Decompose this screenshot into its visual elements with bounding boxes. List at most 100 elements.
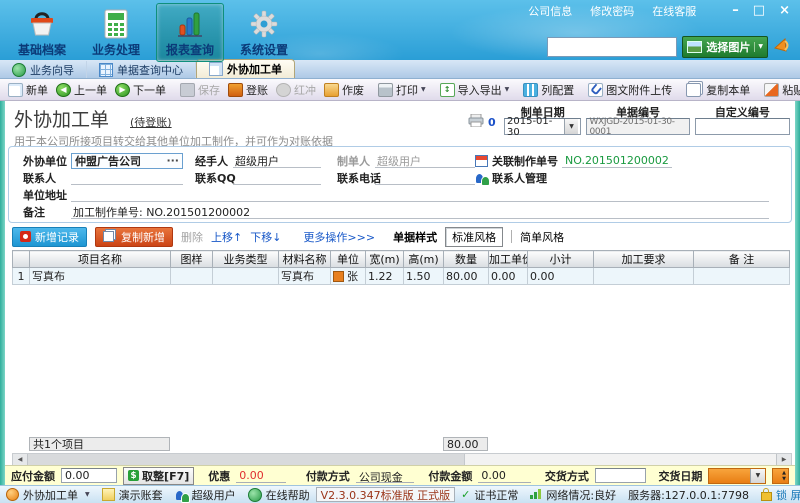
contacts-people-icon xyxy=(475,172,488,184)
col-project: 项目名称 xyxy=(30,251,171,268)
attachment-upload-button[interactable]: 图文附件上传 xyxy=(584,82,676,98)
items-table: 项目名称 图样 业务类型 材料名称 单位 宽(m) 高(m) 数量 加工单价 小… xyxy=(12,250,790,285)
lookup-ellipsis-button[interactable]: ··· xyxy=(166,154,179,167)
nav-item-reports[interactable]: 报表查询 xyxy=(156,3,224,62)
cell-width[interactable]: 1.22 xyxy=(366,268,404,285)
nav-item-base-files[interactable]: 基础档案 xyxy=(8,3,76,62)
next-order-button[interactable]: ▶下一单 xyxy=(111,82,170,98)
move-down-button[interactable]: 下移↓ xyxy=(250,229,281,245)
supplier-input[interactable]: 仲盟广告公司 ··· xyxy=(71,153,183,169)
statusbar-user: 超级用户 xyxy=(175,487,236,503)
spin-down-icon[interactable]: ▼ xyxy=(782,476,788,482)
scroll-left-button[interactable]: ◀ xyxy=(13,454,28,465)
move-up-button[interactable]: 上移↑ xyxy=(211,229,242,245)
delivery-method-input[interactable] xyxy=(595,468,647,483)
cell-unit[interactable]: 张 xyxy=(331,268,366,285)
chevron-down-icon[interactable]: ▼ xyxy=(564,119,579,134)
paste-pen-icon xyxy=(764,83,779,97)
chevron-down-icon[interactable]: ▼ xyxy=(750,469,765,483)
statusbar-online-help[interactable]: 在线帮助 xyxy=(248,487,310,503)
cell-material[interactable]: 写真布 xyxy=(279,268,331,285)
main-content: 外协加工单 (待登账) 用于本公司所接项目转交给其他单位加工制作，并可作为对账依… xyxy=(0,101,800,485)
lock-screen-button[interactable]: 锁 屏 xyxy=(761,487,800,503)
style-simple-button[interactable]: 简单风格 xyxy=(520,229,564,245)
cell-note[interactable] xyxy=(694,268,790,285)
prev-arrow-icon: ◀ xyxy=(56,83,71,97)
chevron-down-icon[interactable]: ▼ xyxy=(754,42,763,52)
scroll-right-button[interactable]: ▶ xyxy=(776,454,791,465)
image-path-input[interactable] xyxy=(547,37,677,57)
add-record-button[interactable]: 新增记录 xyxy=(12,227,87,247)
discount-input[interactable]: 0.00 xyxy=(236,469,286,483)
dollar-icon: $ xyxy=(128,470,139,481)
linked-order-value[interactable]: NO.201501200002 xyxy=(562,154,672,168)
remark-input[interactable]: 加工制作单号: NO.201501200002 xyxy=(71,204,769,219)
paste-screenshot-button[interactable]: 粘贴截图 xyxy=(760,82,800,98)
address-input[interactable] xyxy=(71,187,769,202)
printer-icon xyxy=(378,83,393,97)
maximize-button[interactable]: □ xyxy=(753,4,765,18)
close-button[interactable]: × xyxy=(779,4,790,18)
column-config-button[interactable]: 列配置 xyxy=(519,82,578,98)
cell-rownum: 1 xyxy=(13,268,30,285)
cell-requirements[interactable] xyxy=(594,268,694,285)
new-order-button[interactable]: 新单 xyxy=(4,82,52,98)
post-account-button[interactable]: 登账 xyxy=(224,82,272,98)
copy-add-button[interactable]: 复制新增 xyxy=(95,227,173,247)
phone-label: 联系电话 xyxy=(337,170,375,186)
col-requirements: 加工要求 xyxy=(594,251,694,268)
handler-input[interactable]: 超级用户 xyxy=(233,153,321,168)
change-password-link[interactable]: 修改密码 xyxy=(590,3,634,19)
phone-input[interactable] xyxy=(375,170,475,185)
choose-image-button[interactable]: 选择图片 ▼ xyxy=(682,36,768,58)
more-operations-button[interactable]: 更多操作>>> xyxy=(303,229,375,245)
style-standard-button[interactable]: 标准风格 xyxy=(445,227,503,247)
globe-icon xyxy=(248,488,262,502)
round-button[interactable]: $ 取整[F7] xyxy=(123,467,194,485)
qq-input[interactable] xyxy=(233,170,321,185)
delete-row-button: 删除 xyxy=(181,229,203,245)
contact-management-link[interactable]: 联系人管理 xyxy=(492,170,547,186)
tab-document-query-center[interactable]: 单据查询中心 xyxy=(87,61,196,78)
print-button[interactable]: 打印▼ xyxy=(374,82,430,98)
cell-pattern[interactable] xyxy=(171,268,213,285)
contact-input[interactable] xyxy=(71,170,183,185)
paid-amount-input[interactable]: 0.00 xyxy=(478,469,531,483)
void-button[interactable]: 作废 xyxy=(320,82,368,98)
statusbar-account-set: 演示账套 xyxy=(102,487,163,503)
delivery-date-label: 交货日期 xyxy=(658,468,702,484)
chevron-down-icon: ▼ xyxy=(505,86,510,93)
payable-input[interactable]: 0.00 xyxy=(61,468,117,483)
cell-price[interactable]: 0.00 xyxy=(489,268,528,285)
copy-order-button[interactable]: 复制本单 xyxy=(682,82,754,98)
payment-bar: 应付金额 0.00 $ 取整[F7] 优惠 0.00 付款方式 公司现金 付款金… xyxy=(5,465,795,485)
doc-status-link[interactable]: (待登账) xyxy=(130,114,172,130)
delivery-date-select[interactable]: ▼ xyxy=(708,468,766,484)
pay-method-label: 付款方式 xyxy=(306,468,350,484)
custom-no-input[interactable] xyxy=(695,118,790,135)
col-biztype: 业务类型 xyxy=(213,251,279,268)
statusbar: 外协加工单 ▼ 演示账套 超级用户 在线帮助 V2.3.0.347标准版 正式版… xyxy=(0,485,800,503)
date-input[interactable]: 2015-01-30 ▼ xyxy=(504,118,581,135)
online-service-link[interactable]: 在线客服 xyxy=(652,3,696,19)
nav-item-business[interactable]: 业务处理 xyxy=(82,3,150,62)
save-button: 保存 xyxy=(176,82,224,98)
tab-business-wizard[interactable]: 业务向导 xyxy=(0,61,87,78)
nav-item-settings[interactable]: 系统设置 xyxy=(230,3,298,62)
statusbar-doc-type[interactable]: 外协加工单 ▼ xyxy=(6,487,90,503)
scrollbar-thumb[interactable] xyxy=(28,454,465,465)
col-pattern: 图样 xyxy=(171,251,213,268)
copy-pages-icon xyxy=(686,83,701,97)
linked-order-label: 关联制作单号 xyxy=(492,153,558,169)
delivery-date-spinner[interactable]: ▲ ▼ xyxy=(772,468,789,484)
pay-method-input[interactable]: 公司现金 xyxy=(356,469,415,483)
minimize-button[interactable]: – xyxy=(732,4,739,18)
cell-biztype[interactable] xyxy=(213,268,279,285)
import-export-button[interactable]: ↕导入导出▼ xyxy=(436,82,514,98)
company-info-link[interactable]: 公司信息 xyxy=(528,3,572,19)
cell-height[interactable]: 1.50 xyxy=(404,268,444,285)
previous-order-button[interactable]: ◀上一单 xyxy=(52,82,111,98)
col-price: 加工单价 xyxy=(489,251,528,268)
cell-project[interactable]: 写真布 xyxy=(30,268,171,285)
cell-qty[interactable]: 80.00 xyxy=(444,268,489,285)
